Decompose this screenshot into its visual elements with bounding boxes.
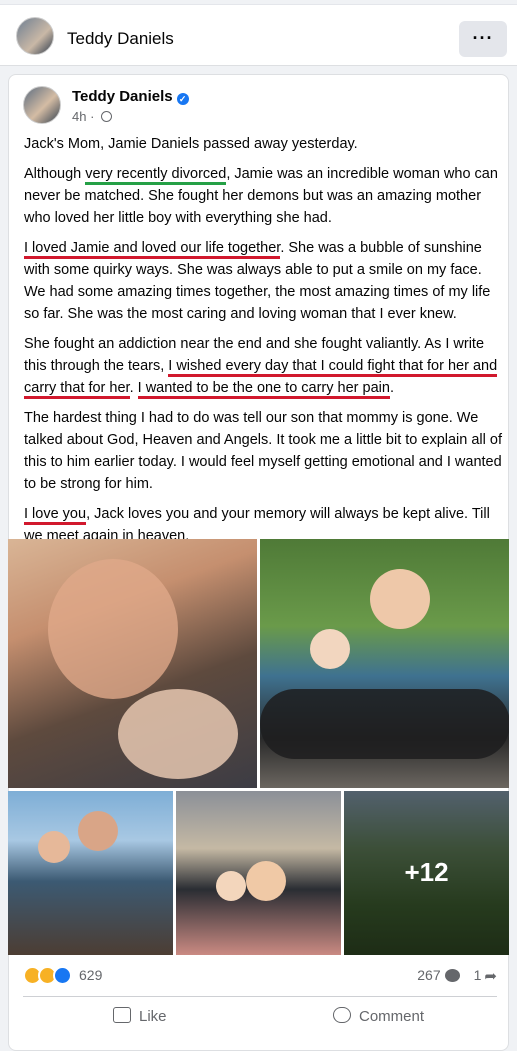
text-span: .	[129, 380, 138, 396]
paragraph-3: I loved Jamie and loved our life togethe…	[24, 237, 502, 325]
photo-face	[48, 559, 178, 699]
paragraph-5: The hardest thing I had to do was tell o…	[24, 410, 502, 492]
underlined-text-green: very recently divorced	[85, 166, 227, 185]
photo-woman	[370, 569, 430, 629]
reaction-count[interactable]: 629	[79, 967, 102, 983]
comment-icon	[333, 1007, 351, 1023]
post-header: Teddy Daniels ✓ 4h ·	[23, 86, 493, 128]
author-name-text[interactable]: Teddy Daniels	[72, 88, 173, 105]
photo-woman	[246, 861, 286, 901]
photo-woman	[38, 831, 70, 863]
text-span: .	[389, 380, 394, 396]
text-span: , Jack loves you and your memory will al…	[86, 506, 490, 522]
photo-cow-ride	[260, 689, 509, 759]
header-avatar[interactable]	[16, 17, 54, 55]
like-button[interactable]: Like	[113, 1007, 167, 1025]
thumbs-up-icon	[113, 1007, 131, 1023]
share-arrow-icon: ➦	[484, 968, 497, 985]
comment-bubble-icon	[444, 969, 460, 982]
meta-separator: ·	[86, 109, 99, 124]
paragraph-2: Although very recently divorced, Jamie w…	[24, 163, 502, 229]
photo-grid: +12	[8, 539, 509, 955]
like-label: Like	[139, 1008, 167, 1025]
post-actions: Like Comment	[23, 1003, 497, 1035]
author-avatar[interactable]	[23, 86, 61, 124]
photo-man	[78, 811, 118, 851]
comment-share-stats: 267 1 ➦	[417, 967, 497, 985]
divider	[23, 996, 497, 997]
more-options-button[interactable]: ···	[459, 21, 507, 57]
photo-2[interactable]	[260, 539, 509, 788]
verified-badge-icon: ✓	[176, 93, 189, 105]
photo-5[interactable]: +12	[344, 791, 509, 955]
paragraph-1: Jack's Mom, Jamie Daniels passed away ye…	[24, 136, 358, 152]
header-name[interactable]: Teddy Daniels	[67, 29, 174, 49]
post-time[interactable]: 4h	[72, 109, 86, 124]
post-card: Teddy Daniels ✓ 4h · Jack's Mom, Jamie Da…	[8, 74, 509, 1051]
post-stats: 629 267 1 ➦	[23, 965, 497, 987]
underlined-text-red: I love you	[24, 506, 87, 525]
photo-child	[216, 871, 246, 901]
comment-count[interactable]: 267	[417, 967, 440, 983]
underlined-text-red: I loved Jamie and loved our life togethe…	[24, 240, 281, 259]
comment-button[interactable]: Comment	[333, 1007, 424, 1025]
photo-child	[118, 689, 238, 779]
post-text: Jack's Mom, Jamie Daniels passed away ye…	[24, 133, 502, 555]
page-header: Teddy Daniels ···	[0, 4, 517, 66]
photo-1[interactable]	[8, 539, 257, 788]
photo-4[interactable]	[176, 791, 341, 955]
underlined-text-red: I wanted to be the one to carry her pain	[137, 380, 390, 399]
like-reaction-icon	[53, 966, 72, 985]
author-name[interactable]: Teddy Daniels ✓	[72, 88, 189, 105]
post-meta: 4h ·	[72, 109, 113, 124]
comment-label: Comment	[359, 1008, 425, 1025]
photo-3[interactable]	[8, 791, 173, 955]
paragraph-4: She fought an addiction near the end and…	[24, 333, 502, 399]
photo-boy	[310, 629, 350, 669]
globe-icon	[101, 111, 113, 122]
more-photos-count[interactable]: +12	[344, 857, 509, 888]
share-count[interactable]: 1	[474, 967, 482, 983]
text-span: Although	[24, 166, 86, 182]
